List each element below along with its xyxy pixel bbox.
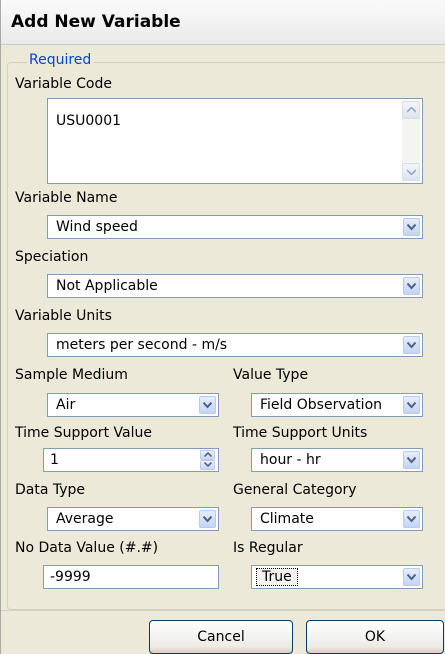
is-regular-select[interactable]: True — [251, 565, 423, 589]
is-regular-value: True — [256, 568, 298, 586]
chevron-down-icon[interactable] — [199, 396, 216, 414]
scroll-up-icon[interactable] — [402, 101, 420, 119]
chevron-down-icon[interactable] — [199, 510, 216, 528]
chevron-down-icon[interactable] — [403, 277, 420, 295]
variable-units-value: meters per second - m/s — [56, 337, 228, 353]
is-regular-label: Is Regular — [233, 540, 303, 556]
data-type-select[interactable]: Average — [47, 507, 219, 531]
chevron-down-icon[interactable] — [403, 451, 420, 469]
chevron-down-icon[interactable] — [403, 396, 420, 414]
cancel-button[interactable]: Cancel — [149, 620, 293, 654]
variable-name-select[interactable]: Wind speed — [47, 215, 423, 239]
data-type-label: Data Type — [15, 482, 86, 498]
variable-name-value: Wind speed — [56, 219, 138, 235]
speciation-label: Speciation — [15, 249, 89, 265]
general-category-value: Climate — [260, 511, 314, 527]
chevron-down-icon[interactable] — [403, 336, 420, 354]
variable-code-label: Variable Code — [15, 76, 112, 92]
dialog-title: Add New Variable — [11, 12, 181, 32]
general-category-select[interactable]: Climate — [251, 507, 423, 531]
scroll-down-icon[interactable] — [402, 163, 420, 181]
sample-medium-label: Sample Medium — [15, 367, 128, 383]
variable-code-input[interactable]: USU0001 — [47, 98, 423, 184]
required-group-label: Required — [27, 52, 94, 68]
value-type-value: Field Observation — [260, 397, 383, 413]
chevron-down-icon[interactable] — [403, 568, 420, 586]
time-support-value-label: Time Support Value — [15, 425, 152, 441]
time-support-value: 1 — [50, 452, 59, 468]
speciation-select[interactable]: Not Applicable — [47, 274, 423, 298]
variable-code-value: USU0001 — [56, 113, 122, 129]
time-support-value-stepper[interactable]: 1 — [43, 448, 219, 472]
stepper-up-icon[interactable] — [200, 450, 215, 460]
button-separator — [1, 610, 445, 611]
variable-code-scrollbar[interactable] — [402, 101, 420, 181]
add-variable-dialog: Add New Variable Required Variable Code … — [0, 0, 445, 654]
stepper-buttons[interactable] — [200, 450, 215, 470]
value-type-select[interactable]: Field Observation — [251, 393, 423, 417]
no-data-value-input[interactable]: -9999 — [43, 565, 219, 589]
ok-button[interactable]: OK — [306, 620, 444, 654]
general-category-label: General Category — [233, 482, 357, 498]
sample-medium-value: Air — [56, 397, 76, 413]
chevron-down-icon[interactable] — [403, 218, 420, 236]
no-data-value-label: No Data Value (#.#) — [15, 540, 159, 556]
title-bar: Add New Variable — [1, 0, 445, 45]
variable-name-label: Variable Name — [15, 190, 118, 206]
time-support-units-select[interactable]: hour - hr — [251, 448, 423, 472]
variable-units-label: Variable Units — [15, 308, 112, 324]
stepper-down-icon[interactable] — [200, 460, 215, 470]
data-type-value: Average — [56, 511, 114, 527]
variable-units-select[interactable]: meters per second - m/s — [47, 333, 423, 357]
speciation-value: Not Applicable — [56, 278, 158, 294]
time-support-units-value: hour - hr — [260, 452, 321, 468]
time-support-units-label: Time Support Units — [233, 425, 368, 441]
chevron-down-icon[interactable] — [403, 510, 420, 528]
sample-medium-select[interactable]: Air — [47, 393, 219, 417]
value-type-label: Value Type — [233, 367, 309, 383]
no-data-value: -9999 — [50, 569, 91, 585]
